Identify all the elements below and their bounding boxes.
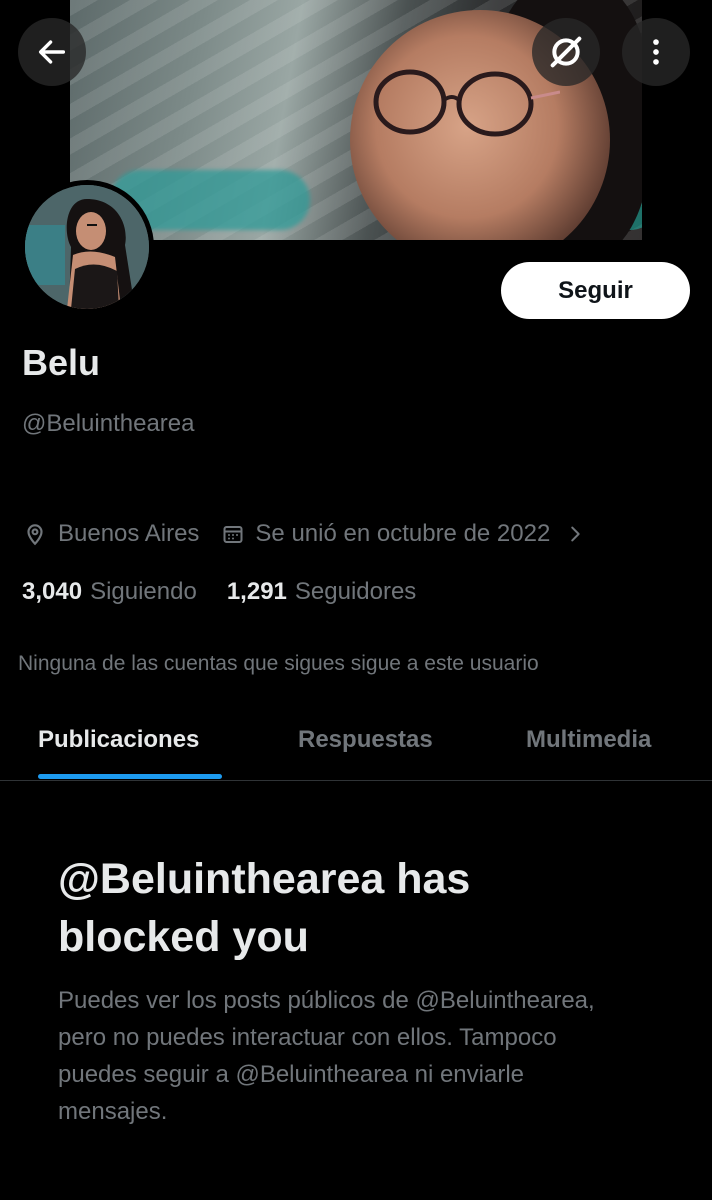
active-tab-indicator [38,774,222,779]
banner-photo-detail [373,69,560,137]
follow-stats: 3,040 Siguiendo 1,291 Seguidores [22,578,416,606]
chevron-right-icon [571,526,581,542]
profile-tabs: Publicaciones Respuestas Multimedia [0,700,712,781]
followers-count: 1,291 [226,578,287,605]
following-label: Siguiendo [90,578,197,605]
followers-label: Seguidores [294,578,417,605]
profile-handle: @Beluinthearea [22,410,195,437]
following-link[interactable]: 3,040 Siguiendo [22,578,197,606]
location-item: Buenos Aires [22,520,199,548]
joined-text: Se unió en octubre de 2022 [255,520,551,547]
mutual-followers-note: Ninguna de las cuentas que sigues sigue … [18,652,539,675]
back-button[interactable] [18,18,86,86]
location-text: Buenos Aires [58,520,200,547]
more-vertical-icon [653,39,659,65]
joined-item[interactable]: Se unió en octubre de 2022 [221,520,586,548]
slashed-circle-icon [550,36,582,68]
more-options-button[interactable] [622,18,690,86]
profile-name: Belu [22,342,101,383]
following-count: 3,040 [22,578,83,605]
tab-publicaciones[interactable]: Publicaciones [38,726,199,754]
location-pin-icon [27,524,43,546]
tab-multimedia[interactable]: Multimedia [526,726,651,754]
follow-button[interactable]: Seguir [501,262,690,319]
grok-button[interactable] [532,18,600,86]
profile-avatar[interactable] [20,180,154,314]
followers-link[interactable]: 1,291 Seguidores [227,578,416,606]
tab-respuestas[interactable]: Respuestas [298,726,433,754]
blocked-title: @Beluinthearea has blocked you [58,855,471,961]
avatar-photo [25,185,149,309]
arrow-left-icon [38,40,66,64]
calendar-icon [223,526,243,543]
blocked-description: Puedes ver los posts públicos de @Beluin… [58,987,595,1125]
profile-meta: Buenos Aires Se unió en octubre de 2022 [22,520,586,548]
